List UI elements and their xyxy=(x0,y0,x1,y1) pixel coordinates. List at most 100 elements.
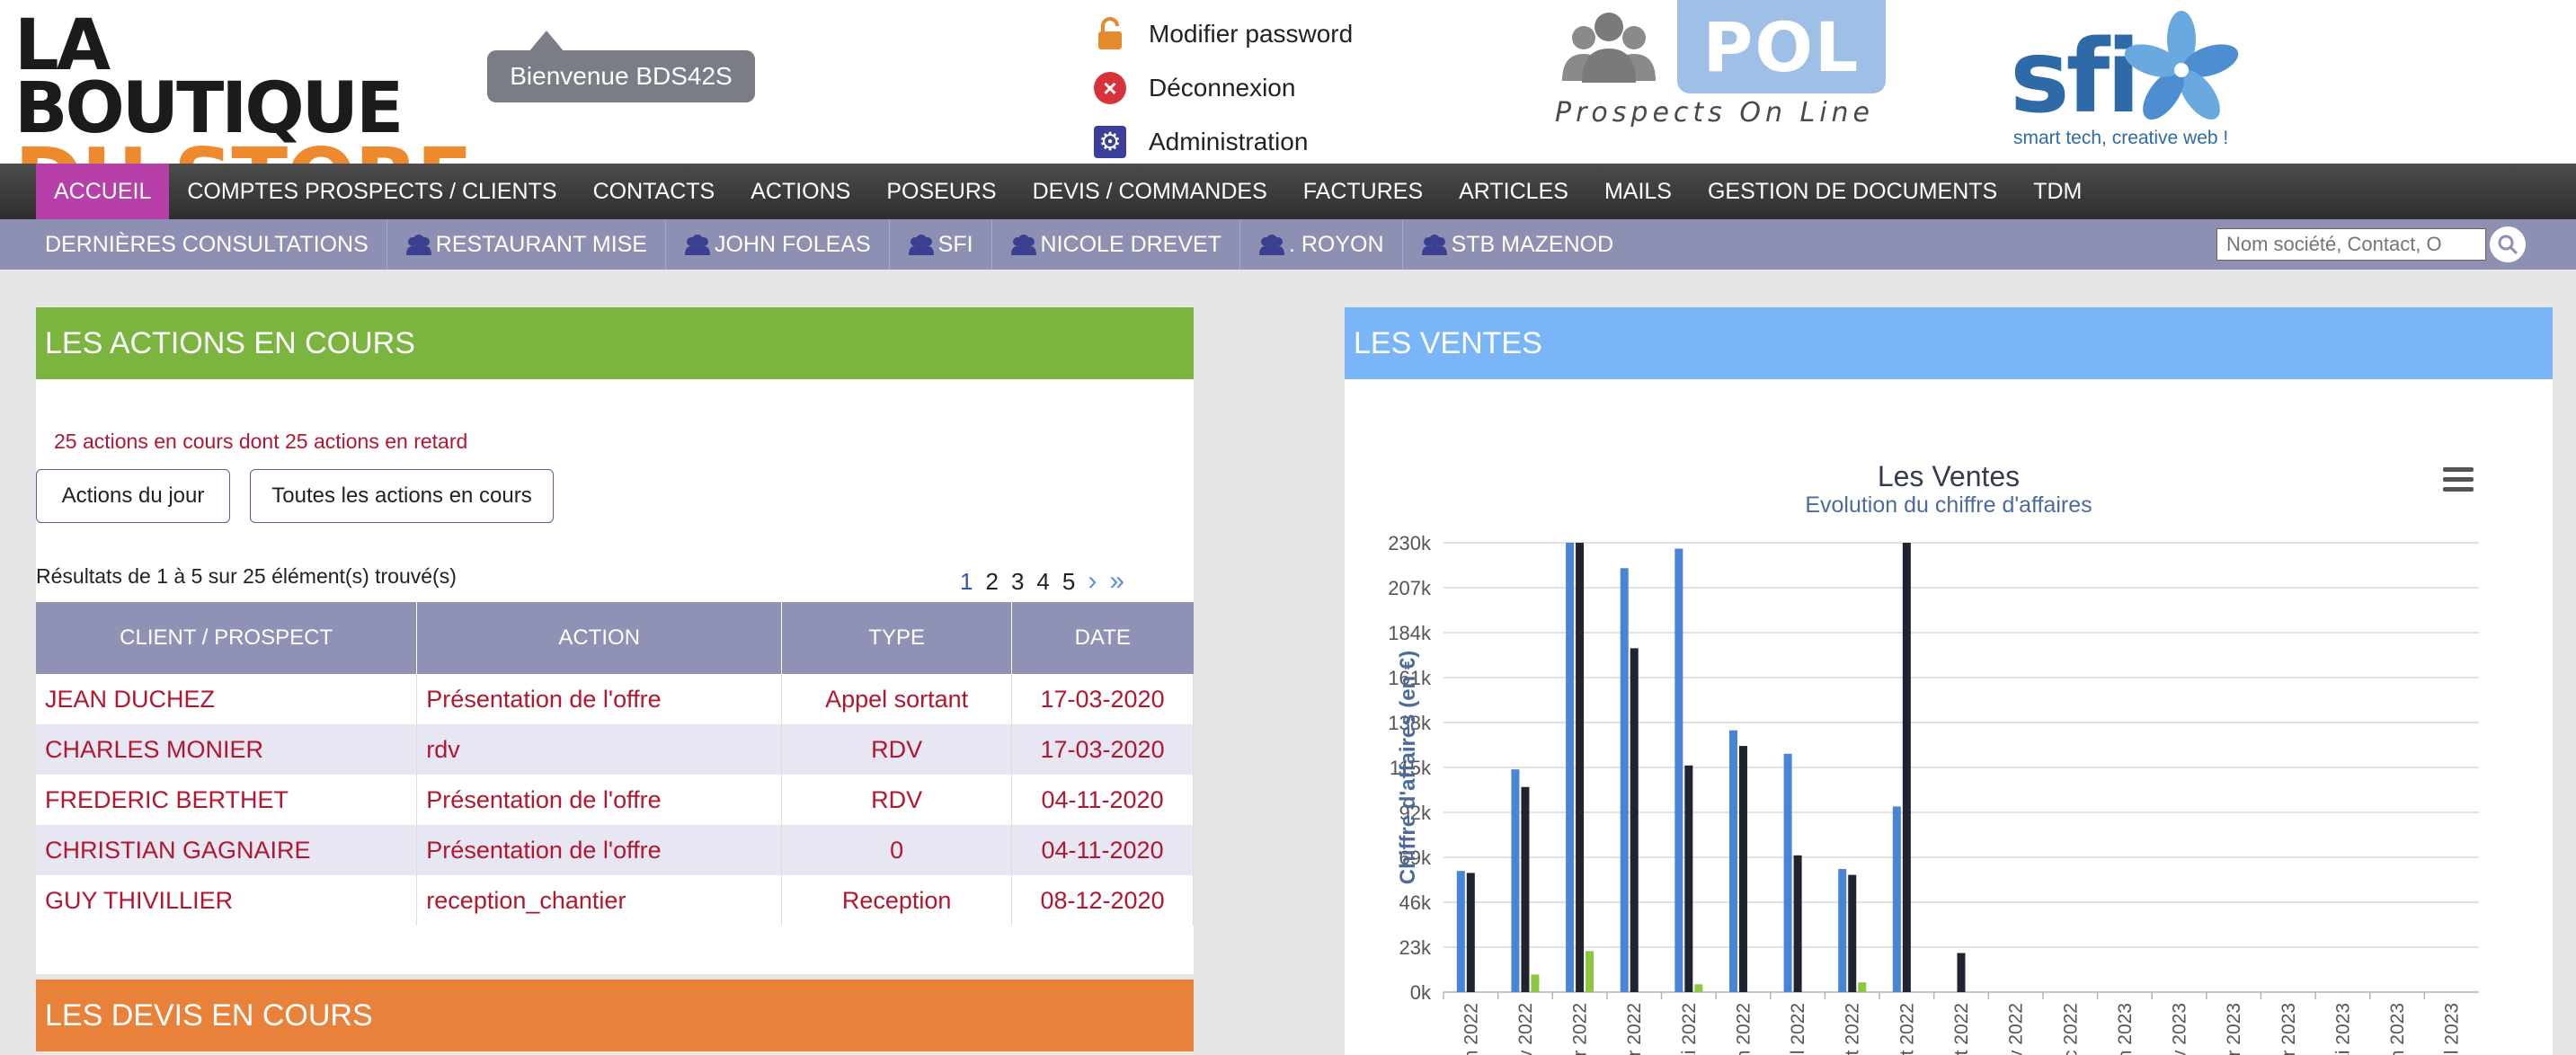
sfi-tagline: smart tech, creative web ! xyxy=(2013,128,2229,148)
client-cell[interactable]: CHARLES MONIER xyxy=(36,724,418,775)
action-cell: Présentation de l'offre xyxy=(416,674,783,724)
administration-link[interactable]: ⚙ Administration xyxy=(1093,115,1435,169)
close-circle-icon: × xyxy=(1093,71,1127,105)
main-menu: ACCUEIL COMPTES PROSPECTS / CLIENTS CONT… xyxy=(0,164,2576,219)
recent-item-label: RESTAURANT MISE xyxy=(435,231,647,257)
menu-item-actions[interactable]: ACTIONS xyxy=(733,164,868,219)
menu-item-factures[interactable]: FACTURES xyxy=(1285,164,1441,219)
table-row[interactable]: JEAN DUCHEZ Présentation de l'offre Appe… xyxy=(36,674,1194,724)
x-tick-label: Fév 2023 xyxy=(2170,1003,2190,1055)
logout-label: Déconnexion xyxy=(1149,74,1296,102)
client-cell[interactable]: GUY THIVILLIER xyxy=(36,875,418,926)
bar xyxy=(1783,753,1792,992)
page-link[interactable]: 3 xyxy=(1011,568,1024,596)
sfi-logo[interactable]: sfi smart tech, creative web ! xyxy=(2010,5,2279,158)
x-tick-label: Juil 2022 xyxy=(1788,1003,1808,1055)
recent-item[interactable]: . ROYON xyxy=(1239,219,1402,270)
action-cell: rdv xyxy=(416,724,783,775)
type-cell: Reception xyxy=(781,875,1013,926)
y-tick-label: 23k xyxy=(1399,936,1432,959)
boutique-du-store-logo[interactable]: LA BOUTIQUE DU STORE xyxy=(14,11,482,220)
menu-item-mails[interactable]: MAILS xyxy=(1586,164,1690,219)
menu-item-accueil[interactable]: ACCUEIL xyxy=(36,164,170,219)
table-row[interactable]: GUY THIVILLIER reception_chantier Recept… xyxy=(36,875,1194,926)
client-cell[interactable]: FREDERIC BERTHET xyxy=(36,775,418,825)
column-header[interactable]: DATE xyxy=(1011,602,1194,674)
x-tick-label: Août 2022 xyxy=(1843,1003,1863,1055)
y-tick-label: 46k xyxy=(1399,891,1432,914)
column-header[interactable]: TYPE xyxy=(781,602,1013,674)
menu-item-articles[interactable]: ARTICLES xyxy=(1441,164,1586,219)
bar xyxy=(1858,982,1867,992)
bar xyxy=(1838,869,1847,992)
x-tick-label: Juin 2022 xyxy=(1733,1003,1754,1055)
recent-item[interactable]: STB MAZENOD xyxy=(1401,219,1632,270)
recent-item-label: JOHN FOLEAS xyxy=(714,231,871,257)
change-password-link[interactable]: Modifier password xyxy=(1093,7,1435,61)
change-password-label: Modifier password xyxy=(1149,20,1354,48)
menu-item-comptes[interactable]: COMPTES PROSPECTS / CLIENTS xyxy=(169,164,574,219)
menu-item-poseurs[interactable]: POSEURS xyxy=(868,164,1014,219)
table-row[interactable]: CHRISTIAN GAGNAIRE Présentation de l'off… xyxy=(36,825,1194,875)
pol-wordmark: POL xyxy=(1677,0,1886,93)
bar xyxy=(1728,730,1737,992)
table-row[interactable]: FREDERIC BERTHET Présentation de l'offre… xyxy=(36,775,1194,825)
y-tick-label: 0k xyxy=(1410,981,1432,1004)
bar xyxy=(1630,648,1639,992)
page-link[interactable]: 2 xyxy=(985,568,998,596)
x-tick-label: Oct 2022 xyxy=(1951,1003,1972,1055)
page-link[interactable]: 4 xyxy=(1036,568,1049,596)
todays-actions-button[interactable]: Actions du jour xyxy=(36,469,230,523)
logout-link[interactable]: × Déconnexion xyxy=(1093,61,1435,115)
people-icon xyxy=(1562,13,1656,83)
column-header[interactable]: CLIENT / PROSPECT xyxy=(36,602,418,674)
recent-item-label: STB MAZENOD xyxy=(1451,231,1614,257)
people-icon xyxy=(1010,235,1036,255)
next-page-icon[interactable]: › xyxy=(1088,566,1097,597)
pol-logo[interactable]: POL Prospects On Line xyxy=(1555,0,1896,135)
y-tick-label: 207k xyxy=(1388,577,1432,599)
menu-item-contacts[interactable]: CONTACTS xyxy=(575,164,733,219)
column-header[interactable]: ACTION xyxy=(416,602,783,674)
people-icon xyxy=(405,235,431,255)
table-row[interactable]: CHARLES MONIER rdv RDV 17-03-2020 xyxy=(36,724,1194,775)
bar xyxy=(1793,855,1802,992)
bar xyxy=(1576,543,1585,992)
x-tick-label: Mar 2023 xyxy=(2224,1003,2244,1055)
bar xyxy=(1892,806,1901,992)
chart-menu-icon[interactable] xyxy=(2443,467,2474,492)
people-icon xyxy=(1421,235,1447,255)
client-cell[interactable]: CHRISTIAN GAGNAIRE xyxy=(36,825,418,875)
page-link[interactable]: 5 xyxy=(1062,568,1075,596)
bar xyxy=(1586,951,1594,992)
last-page-icon[interactable]: » xyxy=(1109,566,1124,597)
recent-item[interactable]: JOHN FOLEAS xyxy=(664,219,889,270)
date-cell: 04-11-2020 xyxy=(1011,775,1194,825)
recent-item[interactable]: RESTAURANT MISE xyxy=(386,219,665,270)
actions-table: CLIENT / PROSPECT ACTION TYPE DATE JEAN … xyxy=(36,602,1194,926)
recent-item[interactable]: SFI xyxy=(888,219,991,270)
all-actions-button[interactable]: Toutes les actions en cours xyxy=(250,469,554,523)
menu-item-tdm[interactable]: TDM xyxy=(2015,164,2100,219)
date-cell: 17-03-2020 xyxy=(1011,724,1194,775)
recent-item-label: . ROYON xyxy=(1288,231,1384,257)
search-input[interactable] xyxy=(2216,228,2486,261)
menu-item-devis[interactable]: DEVIS / COMMANDES xyxy=(1015,164,1285,219)
page-link[interactable]: 1 xyxy=(960,568,973,596)
action-cell: Présentation de l'offre xyxy=(416,775,783,825)
x-tick-label: Avr 2023 xyxy=(2278,1003,2299,1055)
recent-item[interactable]: NICOLE DREVET xyxy=(990,219,1239,270)
search-button[interactable] xyxy=(2490,226,2526,262)
bar xyxy=(1684,765,1693,992)
x-tick-label: Jan 2022 xyxy=(1461,1003,1481,1055)
bar xyxy=(1848,874,1857,992)
date-cell: 17-03-2020 xyxy=(1011,674,1194,724)
recent-item-label: SFI xyxy=(937,231,973,257)
x-tick-label: Mai 2022 xyxy=(1679,1003,1700,1055)
client-cell[interactable]: JEAN DUCHEZ xyxy=(36,674,418,724)
people-icon xyxy=(1258,235,1284,255)
devis-panel-title: LES DEVIS EN COURS xyxy=(36,980,1194,1051)
actions-panel-title: LES ACTIONS EN COURS xyxy=(36,307,1194,379)
bar xyxy=(1466,873,1475,992)
menu-item-documents[interactable]: GESTION DE DOCUMENTS xyxy=(1690,164,2015,219)
